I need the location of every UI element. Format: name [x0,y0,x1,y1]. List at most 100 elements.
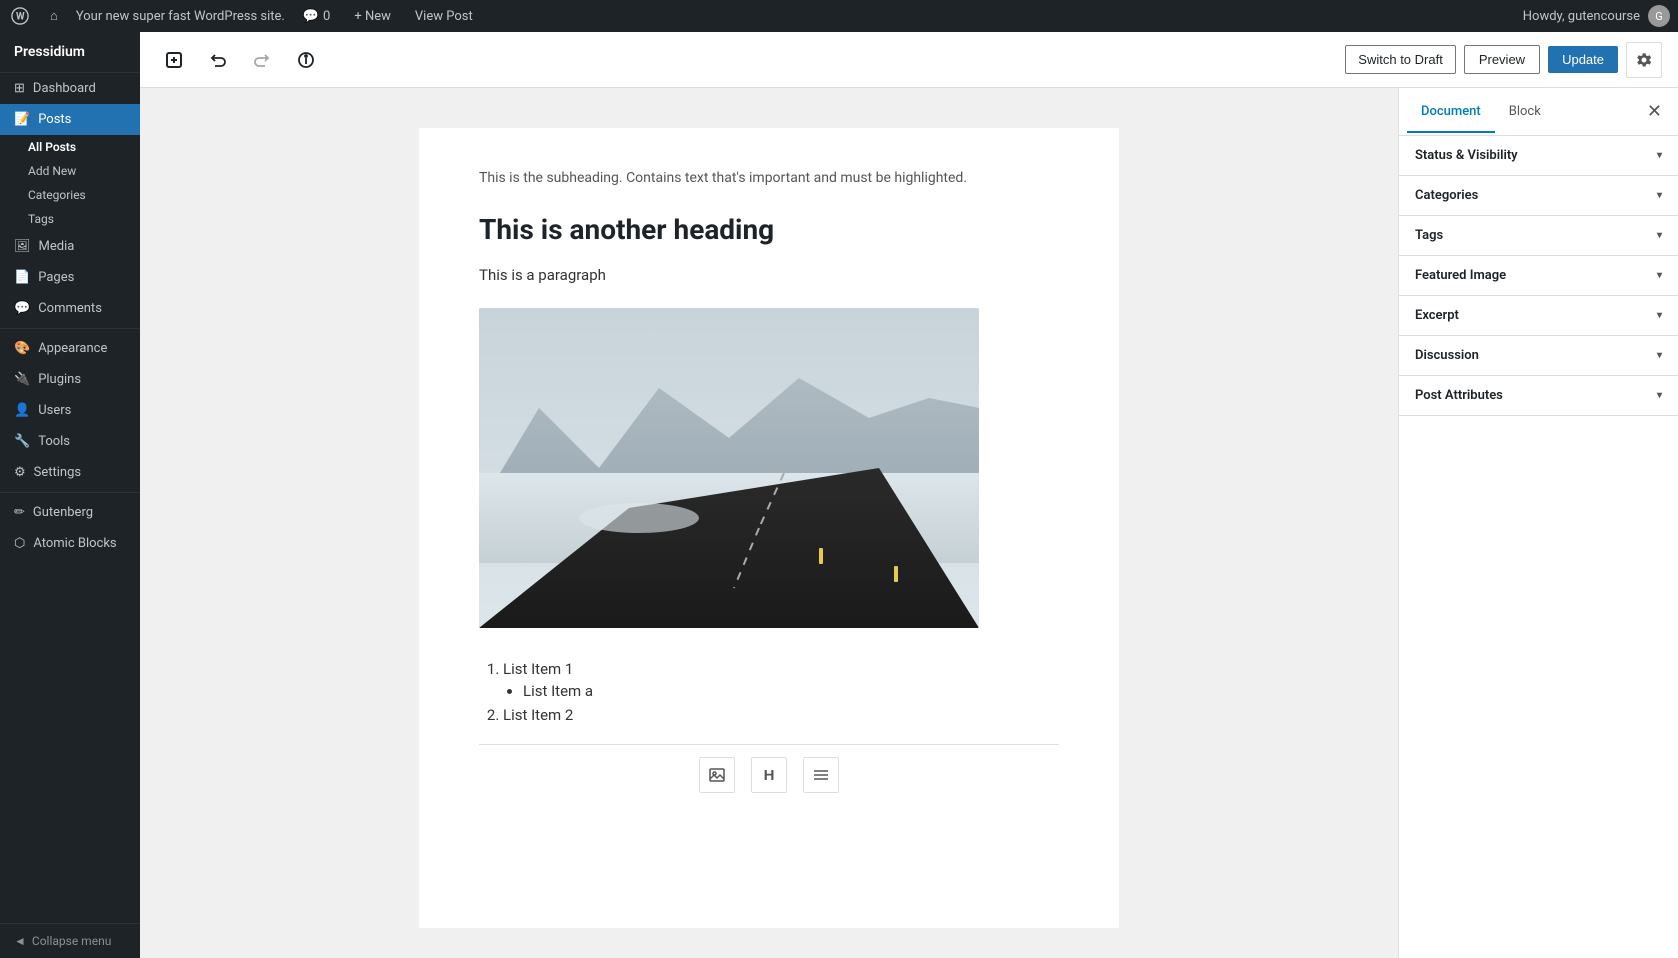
paragraph-text[interactable]: This is a paragraph [479,266,1059,284]
chevron-down-icon: ▾ [1657,270,1662,281]
adminbar-new[interactable]: + New [348,9,397,24]
update-button[interactable]: Update [1548,46,1618,73]
switch-to-draft-button[interactable]: Switch to Draft [1345,45,1456,74]
collapse-label: Collapse menu [32,934,111,948]
comments-icon: 💬 [14,301,30,316]
sidebar-item-label: Comments [38,301,126,316]
collapse-menu-button[interactable]: ◄ Collapse menu [0,923,140,958]
rp-section-excerpt: Excerpt ▾ [1399,296,1678,336]
block-toolbar-float: H [479,744,1059,805]
rp-section-header-discussion[interactable]: Discussion ▾ [1399,336,1678,375]
settings-icon: ⚙ [14,465,26,480]
ordered-list[interactable]: List Item 1 List Item a List Item 2 [479,660,1059,724]
pages-icon: 📄 [14,270,30,285]
rp-section-header-featured-image[interactable]: Featured Image ▾ [1399,256,1678,295]
content-structure-button[interactable] [288,42,324,78]
sidebar-item-label: Media [39,239,126,254]
sidebar-item-label: Plugins [38,372,126,387]
sidebar-subitem-add-new[interactable]: Add New [0,159,140,183]
sidebar-item-label: Settings [34,465,126,480]
heading-block-tool-button[interactable]: H [751,757,787,793]
sidebar-item-label: Posts [38,112,126,127]
collapse-icon: ◄ [14,934,26,948]
adminbar-site-icon[interactable]: ⌂ [44,8,64,24]
sidebar-item-gutenberg[interactable]: ✏ Gutenberg [0,497,140,528]
list-item-2[interactable]: List Item 2 [503,706,1059,724]
sidebar: Pressidium ⊞ Dashboard 📝 Posts All Posts… [0,32,140,958]
howdy-text: Howdy, gutencourse [1523,9,1640,24]
heading-2[interactable]: This is another heading [479,213,1059,246]
redo-button[interactable] [244,42,280,78]
list-block-tool-button[interactable] [803,757,839,793]
post-image-block[interactable] [479,308,979,628]
gutenberg-icon: ✏ [14,505,25,520]
tab-block[interactable]: Block [1495,92,1555,133]
sidebar-divider-1 [0,328,140,329]
sidebar-item-plugins[interactable]: 🔌 Plugins [0,364,140,395]
sidebar-item-label: Pages [38,270,126,285]
adminbar-comments[interactable]: 💬 0 [297,9,337,24]
users-icon: 👤 [14,403,30,418]
sidebar-item-appearance[interactable]: 🎨 Appearance [0,333,140,364]
add-block-button[interactable] [156,42,192,78]
rp-section-header-tags[interactable]: Tags ▾ [1399,216,1678,255]
svg-text:W: W [16,12,25,23]
rp-section-header-post-attributes[interactable]: Post Attributes ▾ [1399,376,1678,415]
sidebar-subitem-tags[interactable]: Tags [0,207,140,231]
chevron-down-icon: ▾ [1657,190,1662,201]
user-avatar[interactable]: G [1648,5,1670,27]
rp-section-featured-image: Featured Image ▾ [1399,256,1678,296]
editor-area: Switch to Draft Preview Update [140,32,1678,958]
rp-section-header-status-visibility[interactable]: Status & Visibility ▾ [1399,136,1678,175]
rp-section-post-attributes: Post Attributes ▾ [1399,376,1678,416]
sidebar-item-label: Tools [38,434,126,449]
settings-gear-button[interactable] [1626,42,1662,78]
sidebar-item-label: Users [38,403,126,418]
sidebar-item-atomic-blocks[interactable]: ⬡ Atomic Blocks [0,528,140,559]
main-layout: Pressidium ⊞ Dashboard 📝 Posts All Posts… [0,32,1678,958]
chevron-down-icon: ▾ [1657,150,1662,161]
rp-section-status-visibility: Status & Visibility ▾ [1399,136,1678,176]
rp-section-header-excerpt[interactable]: Excerpt ▾ [1399,296,1678,335]
sidebar-item-pages[interactable]: 📄 Pages [0,262,140,293]
plugins-icon: 🔌 [14,372,30,387]
wp-logo-icon[interactable]: W [8,4,32,28]
chevron-down-icon: ▾ [1657,350,1662,361]
tab-document[interactable]: Document [1407,92,1495,133]
sidebar-item-posts[interactable]: 📝 Posts [0,104,140,135]
tools-icon: 🔧 [14,434,30,449]
right-panel: Document Block ✕ Status & Visibility ▾ [1398,88,1678,958]
sidebar-item-tools[interactable]: 🔧 Tools [0,426,140,457]
sidebar-item-dashboard[interactable]: ⊞ Dashboard [0,73,140,104]
adminbar-view-post[interactable]: View Post [409,9,479,24]
dashboard-icon: ⊞ [14,81,25,96]
rp-section-categories: Categories ▾ [1399,176,1678,216]
right-panel-close-button[interactable]: ✕ [1639,93,1670,130]
sidebar-item-label: Appearance [38,341,126,356]
media-icon: 🖼 [14,239,31,254]
adminbar-site-name[interactable]: Your new super fast WordPress site. [76,9,285,24]
image-block-tool-button[interactable] [699,757,735,793]
sidebar-item-media[interactable]: 🖼 Media [0,231,140,262]
rp-section-discussion: Discussion ▾ [1399,336,1678,376]
sidebar-item-comments[interactable]: 💬 Comments [0,293,140,324]
rp-section-tags: Tags ▾ [1399,216,1678,256]
sidebar-subitem-categories[interactable]: Categories [0,183,140,207]
sidebar-item-label: Gutenberg [33,505,126,520]
list-item-1[interactable]: List Item 1 List Item a [503,660,1059,700]
toolbar-right: Switch to Draft Preview Update [1345,42,1662,78]
nested-list-item-a: List Item a [523,682,1059,700]
undo-button[interactable] [200,42,236,78]
preview-button[interactable]: Preview [1464,45,1540,74]
chevron-down-icon: ▾ [1657,230,1662,241]
rp-section-header-categories[interactable]: Categories ▾ [1399,176,1678,215]
sidebar-brand: Pressidium [0,32,140,73]
post-content-scroll[interactable]: This is the subheading. Contains text th… [140,88,1398,958]
subheading-text[interactable]: This is the subheading. Contains text th… [479,168,1059,189]
sidebar-item-label: Atomic Blocks [33,536,126,551]
sidebar-subitem-all-posts[interactable]: All Posts [0,135,140,159]
atomic-blocks-icon: ⬡ [14,536,25,551]
sidebar-item-settings[interactable]: ⚙ Settings [0,457,140,488]
sidebar-item-users[interactable]: 👤 Users [0,395,140,426]
nested-list: List Item a [503,682,1059,700]
